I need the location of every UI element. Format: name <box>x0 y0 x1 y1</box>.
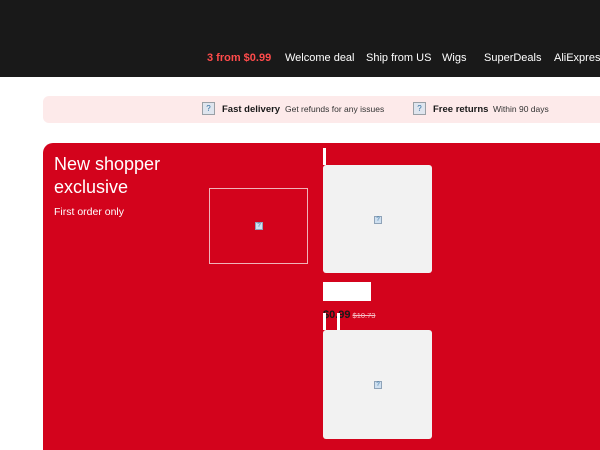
nav-item-welcome-deal[interactable]: Welcome deal <box>285 52 355 65</box>
nav-item-aliexpress[interactable]: AliExpress <box>554 52 600 65</box>
hero-title: New shopper exclusive <box>54 154 161 197</box>
benefit-desc-free-returns: Within 90 days <box>493 104 549 114</box>
broken-image-icon: ? <box>374 381 382 389</box>
benefit-desc-fast-delivery: Get refunds for any issues <box>285 104 385 114</box>
benefit-title-fast-delivery: Fast delivery <box>222 104 281 115</box>
product-card[interactable]: ? <box>323 330 432 439</box>
benefits-bar: ? Fast delivery Get refunds for any issu… <box>43 96 600 123</box>
nav-item-ship-from-us[interactable]: Ship from US <box>366 52 431 65</box>
product-card[interactable]: ? <box>323 165 432 273</box>
product-image-placeholder[interactable]: ? <box>209 188 308 264</box>
benefit-title-free-returns: Free returns <box>433 104 489 115</box>
hero-subtitle: First order only <box>54 206 125 218</box>
card-notch <box>323 148 326 165</box>
broken-image-icon: ? <box>374 216 382 224</box>
new-shopper-banner[interactable]: New shopper exclusive First order only ?… <box>43 143 600 450</box>
price-badge <box>323 282 371 301</box>
price-original: $10.73 <box>352 311 376 320</box>
broken-image-icon: ? <box>255 222 263 230</box>
product-price: $0.99$10.73 <box>323 305 375 323</box>
card-notch <box>323 313 326 330</box>
nav-item-3-from-0-99[interactable]: 3 from $0.99 <box>207 52 271 65</box>
top-header: 3 from $0.99 Welcome deal Ship from US W… <box>0 0 600 77</box>
return-icon: ? <box>413 102 426 115</box>
card-notch <box>337 313 340 330</box>
nav-item-wigs[interactable]: Wigs <box>442 52 466 65</box>
nav-item-superdeals[interactable]: SuperDeals <box>484 52 541 65</box>
main-nav: 3 from $0.99 Welcome deal Ship from US W… <box>0 52 600 66</box>
truck-icon: ? <box>202 102 215 115</box>
